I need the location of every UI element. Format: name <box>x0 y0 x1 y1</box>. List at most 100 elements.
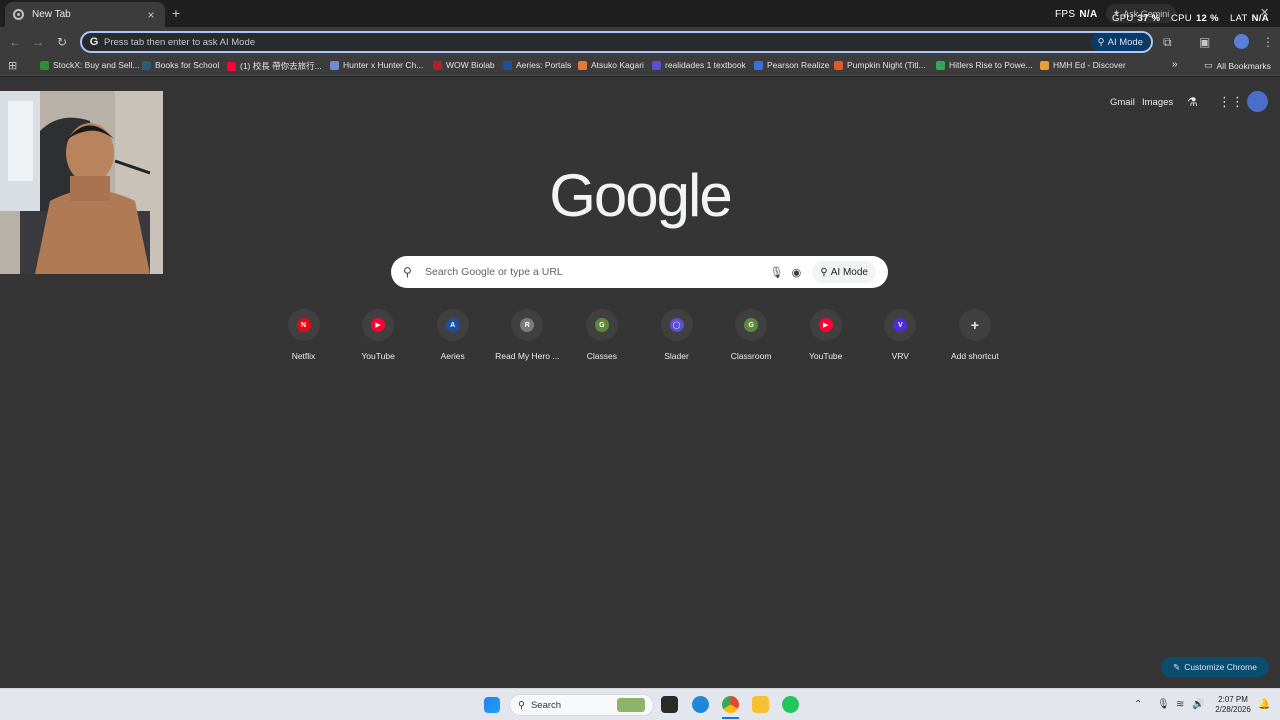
chrome-icon <box>13 9 24 20</box>
back-arrow-icon[interactable]: ← <box>8 35 22 49</box>
android-app-icon[interactable] <box>782 696 799 713</box>
shortcut-label: Add shortcut <box>951 351 999 361</box>
omnibox-ai-mode-button[interactable]: ⚲ AI Mode <box>1090 33 1150 51</box>
search-input[interactable] <box>425 266 767 278</box>
taskbar-clock[interactable]: 2:07 PM 2/28/2026 <box>1208 695 1258 715</box>
shortcut-favicon-icon: G <box>744 318 759 332</box>
shortcut-icon-circle: V <box>884 309 917 341</box>
file-explorer-icon[interactable] <box>752 696 769 713</box>
google-logo: Google <box>549 162 732 229</box>
tab-strip: New Tab × + FPS N/A ✦ Ask Gemini GPU 37 % … <box>0 0 1280 27</box>
bookmark-favicon-icon <box>834 60 843 70</box>
shortcut-tile[interactable]: ▶ YouTube <box>341 309 416 361</box>
ai-mode-button[interactable]: ⚲ AI Mode <box>812 261 876 283</box>
webcam-overlay <box>0 91 163 274</box>
taskbar-search[interactable]: ⚲ Search <box>509 694 654 716</box>
new-tab-button[interactable]: + <box>169 5 183 21</box>
menu-kebab-icon[interactable]: ⋮ <box>1262 35 1274 49</box>
bookmark-item[interactable]: Pearson Realize <box>754 60 829 70</box>
bookmark-favicon-icon <box>936 60 945 70</box>
shortcut-icon-circle: R <box>511 309 544 341</box>
shortcut-tile[interactable]: + Add shortcut <box>937 309 1012 361</box>
bookmark-item[interactable]: Atsuko Kagari <box>578 60 644 70</box>
bookmark-item[interactable]: Pumpkin Night (Titl... <box>834 60 926 70</box>
wifi-icon[interactable]: ≋ <box>1176 699 1184 710</box>
bookmark-favicon-icon <box>1040 60 1049 70</box>
apps-grid-icon[interactable]: ⊞ <box>8 59 17 72</box>
bookmark-favicon-icon <box>142 60 151 70</box>
omnibox[interactable]: G ⚲ AI Mode <box>80 31 1153 53</box>
profile-avatar-icon[interactable] <box>1234 34 1249 49</box>
omnibox-input[interactable] <box>104 36 1091 48</box>
bookmark-favicon-icon <box>754 60 763 70</box>
chrome-taskbar-icon[interactable] <box>722 696 739 713</box>
forward-arrow-icon[interactable]: → <box>31 35 45 49</box>
bookmark-item[interactable]: StockX: Buy and Sell... <box>40 60 139 70</box>
shortcut-tile[interactable]: R Read My Hero ... <box>490 309 565 361</box>
ai-search-icon: ⚲ <box>820 266 828 278</box>
side-panel-icon[interactable]: ▣ <box>1199 35 1210 49</box>
bookmark-label: Hunter x Hunter Ch... <box>343 60 424 70</box>
shortcut-tile[interactable]: G Classroom <box>714 309 789 361</box>
bookmark-item[interactable]: Books for School <box>142 60 219 70</box>
screen: New Tab × + FPS N/A ✦ Ask Gemini GPU 37 % … <box>0 0 1280 720</box>
tab-new-tab[interactable]: New Tab × <box>5 2 165 27</box>
edge-icon[interactable] <box>692 696 709 713</box>
bookmark-label: Books for School <box>155 60 220 70</box>
volume-icon[interactable]: 🔊 <box>1192 699 1204 710</box>
bookmarks-bar: ⊞ StockX: Buy and Sell... Books for Schoo… <box>0 57 1280 76</box>
search-box[interactable]: ⚲ 🎙 ◉ ⚲ AI Mode <box>391 256 888 288</box>
shortcut-tile[interactable]: ▶ YouTube <box>788 309 863 361</box>
bookmark-item[interactable]: (1) 校長 帶你去旅行... <box>227 60 322 72</box>
bookmark-item[interactable]: WOW Biolab <box>433 60 495 70</box>
shortcut-icon-circle: G <box>735 309 768 341</box>
account-avatar[interactable] <box>1247 91 1268 112</box>
shortcut-icon-circle: ▶ <box>362 309 395 341</box>
notifications-icon[interactable]: 🔔 <box>1258 699 1270 710</box>
google-apps-icon[interactable]: ⋮⋮ <box>1218 94 1244 110</box>
bookmark-favicon-icon <box>40 60 49 70</box>
gmail-link[interactable]: Gmail <box>1110 97 1135 108</box>
bookmark-item[interactable]: Hunter x Hunter Ch... <box>330 60 423 70</box>
customize-chrome-button[interactable]: ✎ Customize Chrome <box>1161 657 1269 677</box>
shortcut-favicon-icon: A <box>445 318 460 332</box>
windows-taskbar: ⚲ Search ⌃ 🎙 ≋ 🔊 2:07 PM 2/28/2026 🔔 <box>0 688 1280 720</box>
shortcut-label: YouTube <box>808 351 843 361</box>
shortcut-tile[interactable]: A Aeries <box>415 309 490 361</box>
microphone-tray-icon[interactable]: 🎙 <box>1157 699 1170 710</box>
shortcut-favicon-icon: ▶ <box>818 318 833 332</box>
bookmark-label: StockX: Buy and Sell... <box>53 60 140 70</box>
shortcut-favicon-icon: G <box>594 318 609 332</box>
bookmark-label: WOW Biolab <box>446 60 495 70</box>
search-icon: ⚲ <box>518 699 525 711</box>
all-bookmarks-button[interactable]: ▭ All Bookmarks <box>1204 60 1271 71</box>
bookmark-item[interactable]: realidades 1 textbook <box>652 60 746 70</box>
cpu-stat: CPU 12 % <box>1171 13 1219 24</box>
bookmark-item[interactable]: HMH Ed - Discover <box>1040 60 1126 70</box>
shortcut-label: YouTube <box>361 351 395 361</box>
windows-start-icon[interactable] <box>484 697 500 713</box>
microphone-icon[interactable]: 🎙 <box>766 266 786 279</box>
task-view-icon[interactable] <box>661 696 678 713</box>
shortcut-tile[interactable]: ◯ Slader <box>639 309 714 361</box>
shortcut-tile[interactable]: N Netflix <box>266 309 341 361</box>
shortcut-tile[interactable]: V VRV <box>863 309 938 361</box>
reload-icon[interactable]: ↻ <box>55 35 69 49</box>
shortcut-favicon-icon: ◯ <box>669 318 684 332</box>
bookmarks-overflow-icon[interactable]: » <box>1172 59 1178 70</box>
show-hidden-icons-chevron-icon[interactable]: ⌃ <box>1134 699 1142 710</box>
google-lens-icon[interactable]: ◉ <box>786 266 806 279</box>
browser-toolbar: ← → ↻ G ⚲ AI Mode ⧉ ▣ ⋮ <box>0 27 1280 57</box>
shortcut-tile[interactable]: G Classes <box>564 309 639 361</box>
close-window-icon[interactable]: ✕ <box>1260 6 1269 19</box>
bookmark-label: Aeries: Portals <box>516 60 572 70</box>
tab-close-icon[interactable]: × <box>145 8 157 22</box>
shortcut-icon-circle: G <box>585 309 618 341</box>
images-link[interactable]: Images <box>1142 97 1173 108</box>
labs-flask-icon[interactable]: ⚗ <box>1187 95 1198 109</box>
bookmark-item[interactable]: Hitlers Rise to Powe... <box>936 60 1033 70</box>
bookmark-item[interactable]: Aeries: Portals <box>503 60 571 70</box>
fps-stat: FPS N/A <box>1055 9 1098 20</box>
extensions-icon[interactable]: ⧉ <box>1163 35 1172 50</box>
shortcut-icon-circle: A <box>436 309 469 341</box>
